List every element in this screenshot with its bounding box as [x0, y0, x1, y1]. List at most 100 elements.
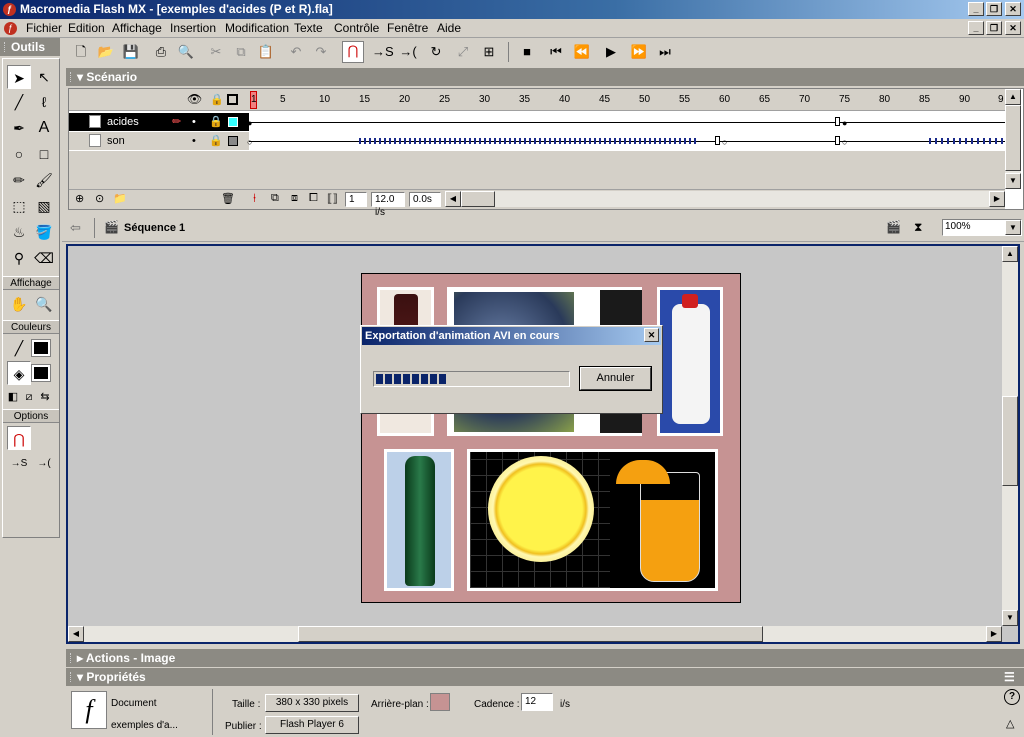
step-back-icon[interactable]: ⏪ [573, 43, 591, 61]
background-color-swatch[interactable] [430, 693, 450, 711]
snap-option-icon[interactable]: ⋂ [7, 426, 31, 450]
default-colors-icon[interactable]: ◧ [5, 385, 21, 409]
close-icon[interactable]: ✕ [644, 328, 659, 342]
frame-rate-input[interactable]: 12 [521, 693, 553, 711]
doc-restore-icon[interactable]: ❐ [986, 21, 1002, 35]
menu-affichage[interactable]: Affichage [112, 21, 162, 35]
eye-icon[interactable]: 👁 [187, 92, 202, 106]
scroll-thumb[interactable] [1005, 105, 1021, 171]
scroll-up-icon[interactable]: ▲ [1002, 246, 1018, 262]
add-guide-layer-icon[interactable]: ⊙ [95, 192, 104, 205]
doc-minimize-icon[interactable]: _ [968, 21, 984, 35]
hscroll-right-icon[interactable]: ▶ [989, 191, 1005, 207]
rectangle-tool-icon[interactable]: □ [32, 142, 56, 166]
oval-tool-icon[interactable]: ○ [7, 142, 31, 166]
publish-settings-button[interactable]: Flash Player 6 [265, 716, 359, 734]
paint-bucket-tool-icon[interactable]: 🪣 [32, 220, 56, 244]
add-layer-icon[interactable]: ⊕ [75, 192, 84, 205]
menu-modification[interactable]: Modification [225, 21, 289, 35]
minimize-icon[interactable]: _ [968, 2, 984, 16]
frames-area[interactable]: ● ○ ● ○ ○ [247, 113, 1005, 151]
scroll-right-icon[interactable]: ▶ [986, 626, 1002, 642]
swap-colors-icon[interactable]: ⇆ [37, 385, 53, 409]
undo-icon[interactable]: ↶ [287, 43, 305, 61]
ink-bottle-tool-icon[interactable]: ♨ [7, 220, 31, 244]
pencil-tool-icon[interactable]: ✏ [7, 168, 31, 192]
smooth-icon[interactable]: →S [372, 43, 394, 61]
stroke-color-swatch[interactable] [31, 339, 51, 357]
lock-icon[interactable]: 🔒 [210, 93, 224, 106]
snap-magnet-icon[interactable]: ⋂ [342, 41, 364, 63]
center-frame-icon[interactable]: ⍿ [253, 191, 256, 206]
redo-icon[interactable]: ↷ [312, 43, 330, 61]
paste-icon[interactable]: 📋 [257, 43, 275, 61]
align-icon[interactable]: ⊞ [480, 43, 498, 61]
scroll-down-icon[interactable]: ▼ [1002, 610, 1018, 626]
hscroll-thumb[interactable] [461, 191, 495, 207]
straighten-option-icon[interactable]: →( [32, 452, 56, 476]
line-tool-icon[interactable]: ╱ [7, 90, 31, 114]
step-forward-icon[interactable]: ⏩ [630, 43, 648, 61]
layer-color-swatch[interactable] [228, 136, 238, 146]
scroll-up-icon[interactable]: ▲ [1005, 89, 1021, 105]
timeline-vscroll[interactable]: ▲ ▼ [1005, 89, 1021, 189]
scroll-down-icon[interactable]: ▼ [1005, 173, 1021, 189]
help-icon[interactable]: ? [1004, 689, 1020, 705]
timeline-header[interactable]: ▾ Scénario [66, 68, 1024, 86]
layer-row-acides[interactable]: acides ✏ • 🔒 [69, 113, 249, 131]
scroll-thumb[interactable] [1002, 396, 1018, 486]
zoom-select[interactable]: 100% ▼ [942, 219, 1022, 236]
menu-controle[interactable]: Contrôle [334, 21, 379, 35]
hand-tool-icon[interactable]: ✋ [7, 292, 31, 316]
delete-layer-icon[interactable]: 🗑 [221, 192, 235, 205]
menu-edition[interactable]: Edition [68, 21, 105, 35]
edit-multiple-icon[interactable]: ⧠ [309, 192, 318, 205]
scale-icon[interactable]: ⤢ [454, 43, 472, 61]
no-color-icon[interactable]: ⧄ [21, 385, 37, 409]
onion-skin-icon[interactable]: ⧉ [271, 192, 279, 205]
cancel-button[interactable]: Annuler [579, 366, 652, 391]
brush-tool-icon[interactable]: 🖌 [32, 168, 56, 192]
document-icon[interactable]: ƒ [4, 22, 17, 35]
open-folder-icon[interactable]: 📂 [97, 43, 115, 61]
layer-lock-icon[interactable]: 🔒 [209, 132, 223, 150]
scroll-left-icon[interactable]: ◀ [68, 626, 84, 642]
straighten-icon[interactable]: →( [399, 43, 417, 61]
scroll-thumb[interactable] [298, 626, 763, 642]
text-tool-icon[interactable]: A [32, 116, 56, 140]
hscroll-track[interactable] [495, 191, 989, 207]
fill-transform-tool-icon[interactable]: ▧ [32, 194, 56, 218]
smooth-option-icon[interactable]: →S [7, 452, 31, 476]
save-icon[interactable]: 💾 [122, 43, 140, 61]
layer-row-son[interactable]: son • 🔒 [69, 132, 249, 150]
lasso-tool-icon[interactable]: ℓ [32, 90, 56, 114]
arrow-tool-icon[interactable]: ➤ [7, 65, 31, 89]
hscroll-left-icon[interactable]: ◀ [445, 191, 461, 207]
menu-aide[interactable]: Aide [437, 21, 461, 35]
print-preview-icon[interactable]: 🔍 [177, 43, 195, 61]
chevron-down-icon[interactable]: ▼ [1005, 220, 1021, 235]
layer-color-swatch[interactable] [228, 117, 238, 127]
stop-icon[interactable]: ■ [518, 43, 536, 61]
cut-icon[interactable]: ✂ [207, 43, 225, 61]
tools-header[interactable]: Outils [0, 38, 60, 56]
subselect-tool-icon[interactable]: ↖ [32, 65, 56, 89]
go-to-end-icon[interactable]: ⏭ [656, 43, 674, 61]
close-icon[interactable]: ✕ [1005, 2, 1021, 16]
panel-menu-icon[interactable]: ☰ [1004, 668, 1015, 686]
add-folder-icon[interactable]: 📁 [113, 192, 127, 205]
edit-scene-icon[interactable]: 🎬 [886, 220, 901, 234]
actions-panel-header[interactable]: ▸ Actions - Image [66, 649, 1024, 667]
fill-color-swatch[interactable] [31, 364, 51, 382]
rewind-icon[interactable]: ⏮ [547, 43, 565, 61]
visibility-dot-icon[interactable]: • [192, 113, 196, 131]
print-icon[interactable]: ⎙ [152, 43, 170, 61]
collapse-arrow-icon[interactable]: △ [1006, 717, 1014, 730]
menu-fichier[interactable]: Fichier [26, 21, 62, 35]
timeline-ruler[interactable]: 👁 🔒 1 5 10 15 20 25 30 35 40 45 50 55 60… [69, 89, 1005, 111]
document-size-button[interactable]: 380 x 330 pixels [265, 694, 359, 712]
menu-texte[interactable]: Texte [294, 21, 323, 35]
stage-hscroll[interactable]: ◀ ▶ [68, 626, 1002, 642]
eyedropper-tool-icon[interactable]: ⚲ [7, 246, 31, 270]
menu-insertion[interactable]: Insertion [170, 21, 216, 35]
